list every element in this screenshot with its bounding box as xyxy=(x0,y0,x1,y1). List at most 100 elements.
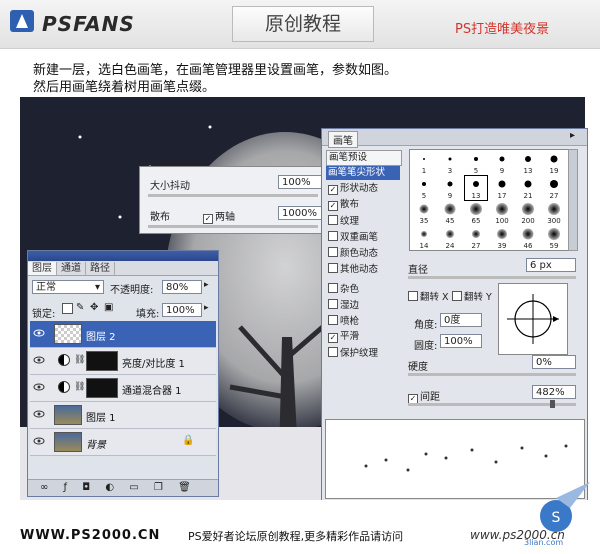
chain-link-icon[interactable]: ⛓ xyxy=(74,382,85,392)
tip-grid-scrollbar[interactable] xyxy=(568,149,578,251)
brush-tip-8[interactable]: 13 xyxy=(464,175,488,201)
brush-tip-14[interactable]: 65 xyxy=(465,201,487,225)
brush-tip-17[interactable]: 300 xyxy=(543,201,565,225)
trash-icon[interactable]: 🗑 xyxy=(178,482,191,493)
brushes-panel: 画笔 ▸ 画笔预设 画笔笔尖形状 ✓ 形状动态 ✓ 散布 纹理 双重画笔 颜色动态 … xyxy=(321,128,588,502)
brush-presets-item[interactable]: 画笔预设 xyxy=(326,150,402,166)
flip-y-checkbox[interactable]: 翻转 Y xyxy=(452,289,492,303)
layer-row-channel-mixer[interactable]: ⛓ 通道混合器 1 xyxy=(30,375,216,402)
eye-icon[interactable] xyxy=(33,435,45,447)
brush-tip-22[interactable]: 46 xyxy=(517,226,539,250)
lock-icon: 🔒 xyxy=(182,435,195,446)
brush-tip-4[interactable]: 13 xyxy=(517,151,539,175)
option-airbrush[interactable]: 喷枪 xyxy=(328,315,396,327)
tab-brushes[interactable]: 画笔 xyxy=(328,131,358,148)
lock-move-icon[interactable]: ✥ xyxy=(90,302,98,313)
spacing-slider-thumb[interactable] xyxy=(550,400,555,408)
layer-row-layer2[interactable]: 图层 2 xyxy=(30,321,216,348)
option-noise[interactable]: 杂色 xyxy=(328,283,396,295)
flip-x-checkbox[interactable]: 翻转 X xyxy=(408,289,449,303)
lock-transparency-icon[interactable] xyxy=(62,303,73,314)
angle-roundness-preview[interactable] xyxy=(498,283,568,355)
intro-text: 新建一层，选白色画笔，在画笔管理器里设置画笔，参数如图。 然后用画笔绕着树用画笔… xyxy=(33,62,397,96)
new-group-icon[interactable]: ▭ xyxy=(129,482,138,493)
check-icon: ✓ xyxy=(203,214,213,224)
brush-tip-10[interactable]: 21 xyxy=(517,176,539,200)
brush-tip-20[interactable]: 27 xyxy=(465,226,487,250)
brush-tip-13[interactable]: 45 xyxy=(439,201,461,225)
layer-row-background[interactable]: 背景 🔒 xyxy=(30,429,216,456)
brush-tip-19[interactable]: 24 xyxy=(439,226,461,250)
brush-tip-11[interactable]: 27 xyxy=(543,176,565,200)
brush-tip-3[interactable]: 9 xyxy=(491,151,513,175)
footer-url[interactable]: WWW.PS2000.CN xyxy=(20,528,160,543)
layer-row-brightness[interactable]: ⛓ 亮度/对比度 1 xyxy=(30,348,216,375)
brush-tip-2[interactable]: 5 xyxy=(465,151,487,175)
brush-tip-16[interactable]: 200 xyxy=(517,201,539,225)
opacity-arrow-icon[interactable]: ▸ xyxy=(204,280,209,290)
option-label: 散布 xyxy=(340,199,360,210)
layer-row-layer1[interactable]: 图层 1 xyxy=(30,402,216,429)
angle-field[interactable]: 0度 xyxy=(440,313,482,327)
brush-tip-21[interactable]: 39 xyxy=(491,226,513,250)
size-jitter-slider[interactable] xyxy=(148,194,318,197)
layers-panel-titlebar[interactable] xyxy=(28,251,218,261)
brush-tip-shape-item[interactable]: 画笔笔尖形状 xyxy=(326,166,400,180)
eye-icon[interactable] xyxy=(33,381,45,393)
diameter-field[interactable]: 6 px xyxy=(526,258,576,272)
fill-field[interactable]: 100% xyxy=(162,303,202,317)
layer-style-icon[interactable]: ƒ xyxy=(64,482,68,493)
scatter-slider[interactable] xyxy=(148,225,318,228)
link-layers-icon[interactable]: ∞ xyxy=(40,482,48,493)
tab-paths[interactable]: 路径 xyxy=(86,262,115,275)
brush-tip-grid[interactable]: 1 3 5 9 13 19 5 9 13 17 21 27 35 45 65 100 200 300 14 24 27 3… xyxy=(409,149,569,251)
new-layer-icon[interactable]: ❐ xyxy=(154,482,163,493)
tab-layers[interactable]: 图层 xyxy=(28,262,57,275)
chain-link-icon[interactable]: ⛓ xyxy=(74,355,85,365)
brush-tip-9[interactable]: 17 xyxy=(491,176,513,200)
blend-mode-select[interactable]: 正常 ▾ xyxy=(32,280,104,294)
option-smoothing[interactable]: ✓ 平滑 xyxy=(328,331,396,343)
option-texture[interactable]: 纹理 xyxy=(328,215,396,227)
brush-tip-15[interactable]: 100 xyxy=(491,201,513,225)
option-wet-edges[interactable]: 湿边 xyxy=(328,299,396,311)
option-other-dynamics[interactable]: 其他动态 xyxy=(328,263,396,275)
brush-tip-1[interactable]: 3 xyxy=(439,151,461,175)
both-axes-checkbox[interactable]: ✓ 两轴 xyxy=(203,208,235,224)
fill-arrow-icon[interactable]: ▸ xyxy=(204,303,209,313)
panel-menu-icon[interactable]: ▸ xyxy=(570,130,575,141)
option-dual-brush[interactable]: 双重画笔 xyxy=(328,231,396,243)
eye-icon[interactable] xyxy=(33,354,45,366)
lock-brush-icon[interactable]: ✎ xyxy=(76,302,84,313)
opacity-field[interactable]: 80% xyxy=(162,280,202,294)
brush-tip-18[interactable]: 14 xyxy=(413,226,435,250)
new-adjustment-icon[interactable]: ◐ xyxy=(105,482,114,493)
size-jitter-field[interactable]: 100% xyxy=(278,175,322,189)
option-protect-texture[interactable]: 保护纹理 xyxy=(328,347,396,359)
spacing-field[interactable]: 482% xyxy=(532,385,576,399)
eye-icon[interactable] xyxy=(33,408,45,420)
brush-tip-12[interactable]: 35 xyxy=(413,201,435,225)
scatter-field[interactable]: 1000% xyxy=(278,206,322,220)
lock-all-icon[interactable]: ▣ xyxy=(104,302,113,313)
spacing-checkbox[interactable]: ✓ 间距 xyxy=(408,388,440,404)
option-scattering[interactable]: ✓ 散布 xyxy=(328,199,396,211)
hardness-field[interactable]: 0% xyxy=(532,355,576,369)
watermark-logo: S 3lian.com xyxy=(520,478,592,550)
option-color-dynamics[interactable]: 颜色动态 xyxy=(328,247,396,259)
diameter-slider[interactable] xyxy=(408,276,576,279)
option-label: 双重画笔 xyxy=(340,232,379,243)
brush-tip-5[interactable]: 19 xyxy=(543,151,565,175)
option-shape-dynamics[interactable]: ✓ 形状动态 xyxy=(328,183,396,195)
brush-tip-0[interactable]: 1 xyxy=(413,151,435,175)
eye-icon[interactable] xyxy=(33,327,45,339)
checkbox-empty xyxy=(328,315,338,325)
brush-tip-dot xyxy=(419,204,429,214)
brush-tip-23[interactable]: 59 xyxy=(543,226,565,250)
brush-tip-7[interactable]: 9 xyxy=(439,176,461,200)
roundness-field[interactable]: 100% xyxy=(440,334,482,348)
tab-channels[interactable]: 通道 xyxy=(57,262,86,275)
brush-tip-6[interactable]: 5 xyxy=(413,176,435,200)
hardness-slider[interactable] xyxy=(408,373,576,376)
add-mask-icon[interactable]: ◘ xyxy=(82,482,90,493)
